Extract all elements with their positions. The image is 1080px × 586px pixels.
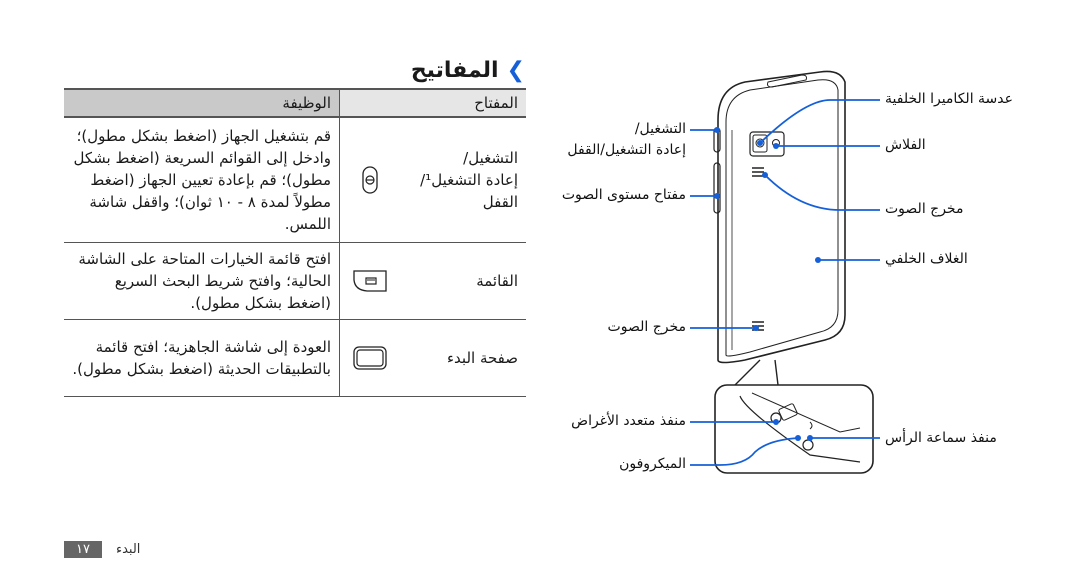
label-volume-key: مفتاح مستوى الصوت xyxy=(561,187,686,203)
menu-key-icon xyxy=(348,269,392,292)
key-cell: صفحة البدء xyxy=(339,319,526,397)
section-title: المفاتيح xyxy=(410,58,499,83)
key-name: التشغيل/ إعادة التشغيل¹/ القفل xyxy=(420,148,518,211)
label-power-key-1: التشغيل/ xyxy=(634,121,686,137)
key-cell: القائمة xyxy=(339,242,526,320)
power-key-icon xyxy=(348,166,392,194)
table-row: القائمة افتح قائمة الخيارات المتاحة على … xyxy=(64,242,526,320)
label-microphone: الميكروفون xyxy=(619,456,686,472)
key-name: صفحة البدء xyxy=(446,348,518,367)
page-footer: ١٧ البدء xyxy=(64,541,140,558)
label-speaker-left: مخرج الصوت xyxy=(607,319,686,335)
chevron-right-icon: ❯ xyxy=(506,58,525,83)
label-headset-jack: منفذ سماعة الرأس xyxy=(885,430,997,446)
label-flash: الفلاش xyxy=(885,137,926,153)
key-name: القائمة xyxy=(476,271,518,290)
bottom-detail xyxy=(714,384,874,474)
key-cell: التشغيل/ إعادة التشغيل¹/ القفل xyxy=(339,117,526,243)
function-cell: افتح قائمة الخيارات المتاحة على الشاشة ا… xyxy=(64,242,340,320)
function-cell: العودة إلى شاشة الجاهزية؛ افتح قائمة بال… xyxy=(64,319,340,397)
keys-table: المفتاح الوظيفة التشغيل/ إعادة التشغيل¹/… xyxy=(64,88,526,397)
page-number: ١٧ xyxy=(64,541,102,558)
table-header-row: المفتاح الوظيفة xyxy=(64,88,526,118)
function-cell: قم بتشغيل الجهاز (اضغط بشكل مطول)؛ وادخل… xyxy=(64,117,340,243)
zoom-connector xyxy=(734,359,779,386)
table-row: صفحة البدء العودة إلى شاشة الجاهزية؛ افت… xyxy=(64,319,526,397)
label-rear-camera: عدسة الكاميرا الخلفية xyxy=(885,91,1013,107)
label-speaker-right: مخرج الصوت xyxy=(885,201,964,217)
header-key: المفتاح xyxy=(339,88,526,118)
phone-body xyxy=(713,70,846,364)
header-function: الوظيفة xyxy=(64,88,340,118)
label-multifunction-jack: منفذ متعدد الأغراض xyxy=(571,413,686,429)
callout-dots xyxy=(714,127,821,441)
table-row: التشغيل/ إعادة التشغيل¹/ القفل قم بتشغيل… xyxy=(64,117,526,243)
label-back-cover: الغلاف الخلفي xyxy=(885,251,968,267)
section-heading: ❯ المفاتيح xyxy=(411,58,525,83)
label-power-key-2: إعادة التشغيل/القفل xyxy=(567,142,686,158)
footer-section-name: البدء xyxy=(115,542,141,557)
home-key-icon xyxy=(348,345,392,370)
